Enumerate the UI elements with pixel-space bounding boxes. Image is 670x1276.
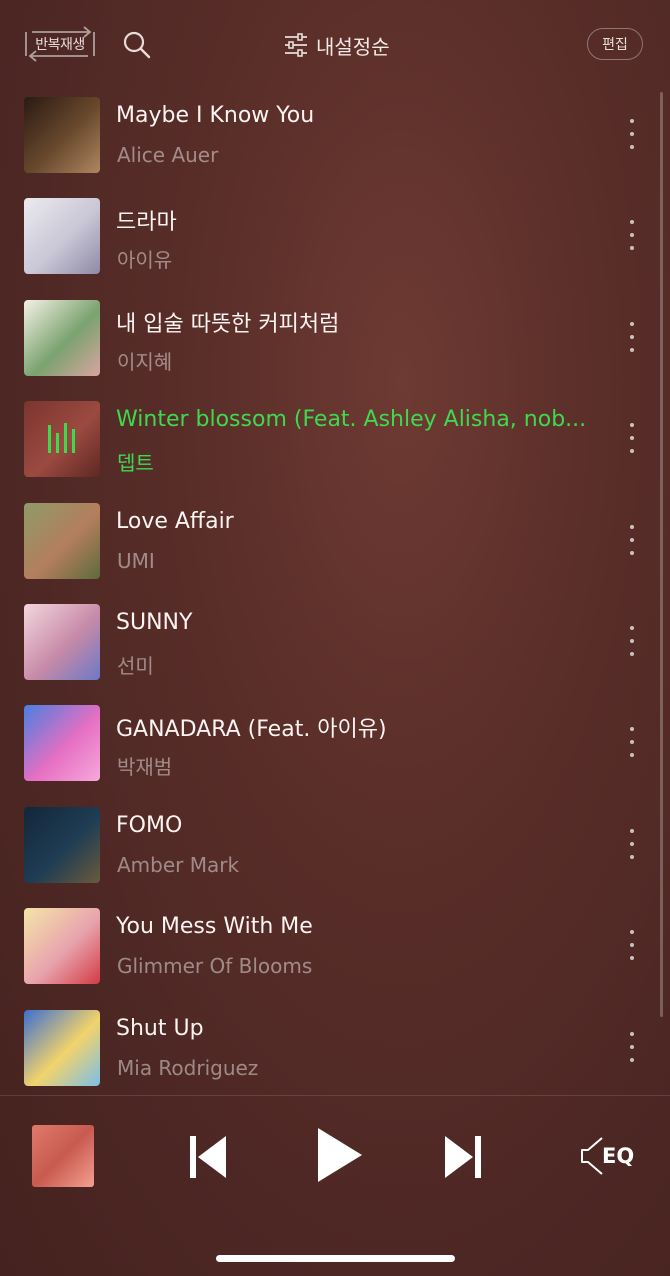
track-row[interactable]: Winter blossom (Feat. Ashley Alisha, nob…: [0, 387, 670, 488]
scrollbar[interactable]: [660, 92, 663, 1017]
track-artist: Amber Mark: [117, 852, 240, 877]
repeat-button[interactable]: 반복재생: [24, 24, 96, 64]
repeat-label: 반복재생: [35, 37, 85, 53]
now-playing-album-art[interactable]: [32, 1125, 94, 1187]
track-artist: 이지혜: [117, 349, 173, 374]
more-options-icon[interactable]: [620, 524, 644, 555]
more-options-icon[interactable]: [620, 321, 644, 352]
album-art[interactable]: [24, 97, 100, 173]
track-artist: UMI: [117, 548, 155, 573]
play-icon[interactable]: [316, 1126, 364, 1184]
more-options-icon[interactable]: [620, 828, 644, 859]
next-track-icon[interactable]: [443, 1136, 481, 1178]
mini-player: EQ: [0, 1096, 670, 1276]
album-art[interactable]: [24, 502, 100, 579]
track-artist: 아이유: [117, 248, 173, 273]
track-artist: Alice Auer: [117, 143, 219, 167]
more-options-icon[interactable]: [620, 423, 644, 454]
more-options-icon[interactable]: [620, 220, 644, 251]
more-options-icon[interactable]: [620, 625, 644, 656]
track-row[interactable]: You Mess With Me Glimmer Of Blooms: [0, 894, 670, 995]
edit-button[interactable]: 편집: [587, 28, 643, 60]
album-art[interactable]: [24, 806, 100, 883]
track-row[interactable]: SUNNY 선미: [0, 590, 670, 691]
track-title: Maybe I Know You: [116, 103, 315, 128]
album-art[interactable]: [24, 1009, 100, 1086]
track-row[interactable]: 내 입술 따뜻한 커피처럼이지혜: [0, 286, 670, 387]
home-indicator[interactable]: [216, 1255, 455, 1262]
track-artist: 박재범: [117, 755, 173, 780]
track-artist: Mia Rodriguez: [117, 1055, 259, 1080]
track-list: Maybe I Know You Alice Auer 드라마아이유내 입술 따뜻한…: [0, 83, 670, 1093]
album-art[interactable]: [24, 401, 100, 478]
more-options-icon[interactable]: [620, 1031, 644, 1062]
more-options-icon[interactable]: [620, 930, 644, 961]
track-title: 내 입술 따뜻한 커피처럼: [116, 311, 340, 337]
eq-button[interactable]: EQ: [580, 1136, 640, 1176]
album-art[interactable]: [24, 198, 100, 275]
album-art[interactable]: [24, 299, 100, 376]
track-row[interactable]: Love Affair UMI: [0, 489, 670, 590]
track-artist: 뎁트: [117, 451, 154, 476]
more-options-icon[interactable]: [620, 119, 644, 149]
track-title: Shut Up: [116, 1015, 204, 1041]
eq-label: EQ: [602, 1144, 635, 1168]
header: 반복재생 내설정순 편집: [0, 0, 670, 90]
track-row[interactable]: Maybe I Know You Alice Auer: [0, 83, 670, 184]
search-button[interactable]: [122, 30, 152, 60]
track-artist: Glimmer Of Blooms: [117, 954, 313, 979]
sliders-icon: [285, 33, 307, 57]
track-title: SUNNY: [116, 609, 193, 635]
sort-button[interactable]: 내설정순: [284, 28, 390, 62]
track-title: 드라마: [116, 210, 177, 236]
now-playing-bars-icon: [48, 423, 75, 454]
previous-track-icon[interactable]: [190, 1136, 228, 1178]
track-row[interactable]: GANADARA (Feat. 아이유) 박재범: [0, 691, 670, 792]
track-row[interactable]: 드라마아이유: [0, 184, 670, 285]
track-title: FOMO: [116, 812, 183, 838]
album-art[interactable]: [24, 603, 100, 680]
search-icon: [123, 31, 151, 59]
track-artist: 선미: [117, 653, 154, 678]
album-art[interactable]: [24, 908, 100, 985]
track-row[interactable]: Shut Up Mia Rodriguez: [0, 996, 670, 1093]
track-title: Love Affair: [116, 508, 234, 534]
album-art[interactable]: [24, 705, 100, 782]
more-options-icon[interactable]: [620, 727, 644, 758]
sort-label: 내설정순: [316, 34, 390, 59]
track-title: GANADARA (Feat. 아이유): [116, 717, 387, 743]
track-title: You Mess With Me: [116, 914, 313, 940]
track-title: Winter blossom (Feat. Ashley Alisha, nob…: [116, 407, 587, 433]
track-row[interactable]: FOMO Amber Mark: [0, 793, 670, 894]
